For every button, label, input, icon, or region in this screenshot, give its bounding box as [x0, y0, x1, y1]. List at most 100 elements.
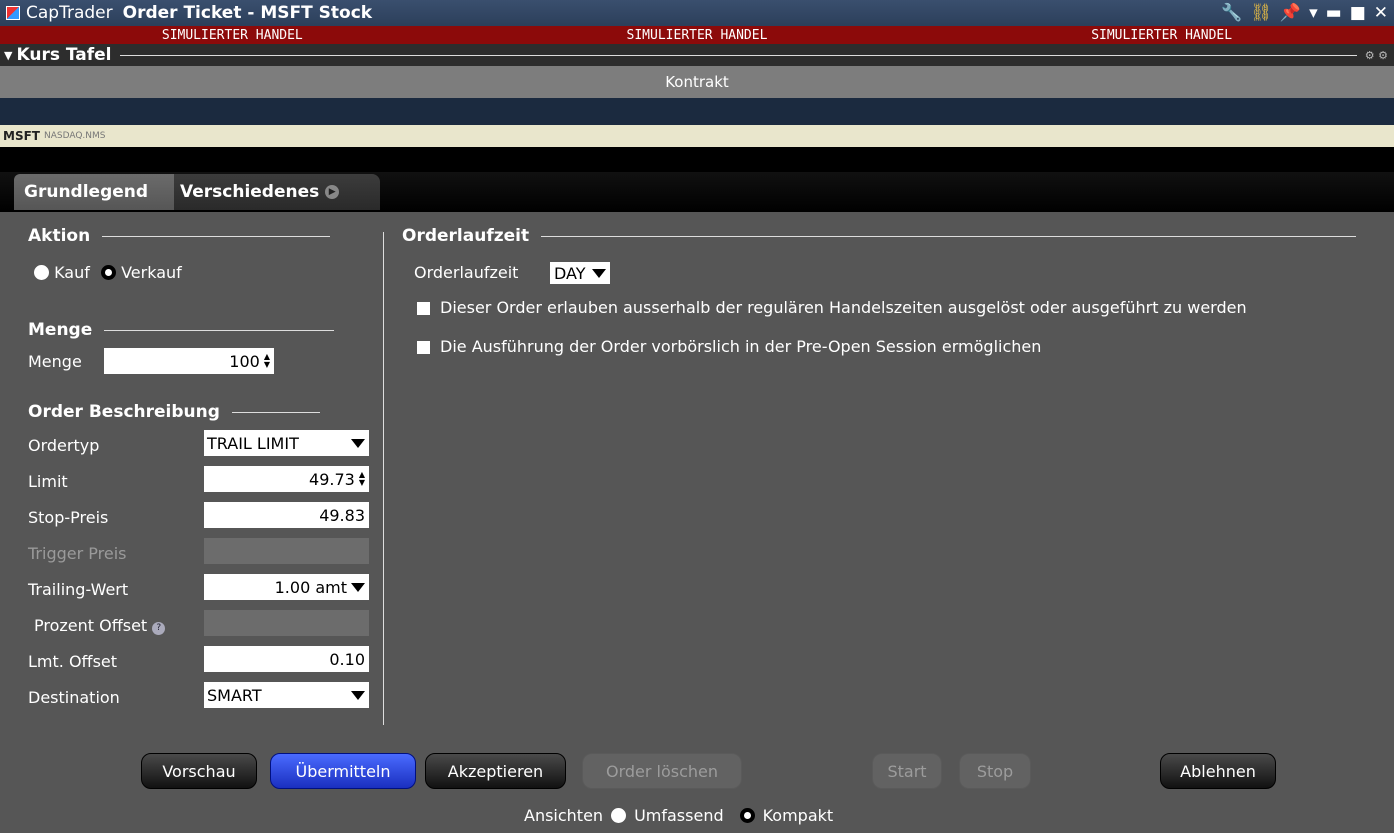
tab-label: Verschiedenes: [180, 182, 320, 202]
order-type-label: Ordertyp: [28, 436, 100, 455]
views-label: Ansichten: [524, 806, 604, 825]
order-description-heading: Order Beschreibung: [28, 402, 320, 422]
dropdown-arrow-icon: [351, 582, 365, 592]
stop-price-label: Stop-Preis: [28, 508, 109, 527]
column-divider: [383, 232, 384, 725]
minimize-icon[interactable]: ▬: [1326, 3, 1342, 23]
contract-exchange: NASDAQ.NMS: [43, 131, 106, 141]
dropdown-arrow-icon: [351, 690, 365, 700]
section-divider: [119, 54, 1357, 56]
percent-offset-label-group: Prozent Offset ?: [34, 616, 166, 635]
stop-button[interactable]: Stop: [959, 753, 1031, 789]
quantity-heading-text: Menge: [28, 320, 93, 340]
view-mode-group: Ansichten Umfassend Kompakt: [524, 806, 833, 825]
limit-price-input[interactable]: 49.73 ▲ ▼: [204, 466, 369, 492]
dropdown-icon[interactable]: ▾: [1309, 3, 1318, 23]
tab-grundlegend[interactable]: Grundlegend: [14, 174, 174, 210]
delete-order-button[interactable]: Order löschen: [582, 753, 742, 789]
outside-rth-checkbox[interactable]: [417, 302, 430, 315]
help-icon[interactable]: ?: [152, 622, 166, 635]
heading-line: [104, 329, 335, 331]
heading-line: [541, 235, 1357, 237]
limit-label: Limit: [28, 472, 68, 491]
dropdown-arrow-icon: [591, 268, 606, 278]
destination-value: SMART: [207, 685, 262, 705]
tab-verschiedenes[interactable]: Verschiedenes ▶: [170, 174, 380, 210]
limit-stepper[interactable]: ▲ ▼: [359, 471, 365, 487]
pre-open-checkbox[interactable]: [417, 341, 430, 354]
time-in-force-heading-text: Orderlaufzeit: [402, 226, 530, 246]
outside-rth-label: Dieser Order erlauben ausserhalb der reg…: [440, 298, 1247, 317]
stop-price-input[interactable]: 49.83: [204, 502, 369, 528]
compact-view-radio[interactable]: [739, 808, 755, 823]
sell-radio[interactable]: [100, 265, 116, 280]
simulated-trading-banner: SIMULIERTER HANDEL SIMULIERTER HANDEL SI…: [0, 26, 1394, 44]
time-in-force-value: DAY: [554, 263, 586, 283]
wrench-icon[interactable]: 🔧: [1221, 3, 1242, 23]
lmt-offset-label: Lmt. Offset: [28, 652, 118, 671]
reject-button[interactable]: Ablehnen: [1160, 753, 1276, 789]
dropdown-arrow-icon: [351, 438, 365, 448]
app-name: CapTrader: [26, 3, 113, 23]
sell-label: Verkauf: [121, 263, 182, 282]
trailing-amount-label: Trailing-Wert: [28, 580, 129, 599]
quote-panel-title: Kurs Tafel: [16, 45, 112, 65]
action-heading-text: Aktion: [28, 226, 91, 246]
sim-banner-text: SIMULIERTER HANDEL: [161, 27, 303, 43]
destination-select[interactable]: SMART: [204, 682, 369, 708]
destination-label: Destination: [28, 688, 120, 707]
quantity-stepper[interactable]: ▲ ▼: [264, 353, 270, 369]
link-icon[interactable]: ⛓: [1250, 3, 1272, 23]
contract-symbol: MSFT: [3, 129, 40, 143]
time-in-force-select[interactable]: DAY: [550, 262, 610, 284]
quantity-value: 100: [229, 351, 260, 371]
quantity-input[interactable]: 100 ▲ ▼: [104, 348, 274, 374]
buy-radio[interactable]: [34, 265, 49, 280]
sim-banner-text: SIMULIERTER HANDEL: [1091, 27, 1233, 43]
title-row: CapTrader Order Ticket - MSFT Stock 🔧 ⛓ …: [0, 0, 1394, 26]
tab-bar: Verschiedenes ▶ Grundlegend: [0, 172, 1394, 212]
chevron-right-icon[interactable]: ▶: [325, 185, 340, 199]
trailing-amount-value: 1.00 amt: [274, 577, 347, 597]
accept-button[interactable]: Akzeptieren: [425, 753, 566, 789]
limit-value: 49.73: [309, 469, 355, 489]
close-icon[interactable]: ✕: [1374, 3, 1388, 23]
quote-panel-header: ▼ Kurs Tafel ⚙ ⚙: [0, 44, 1394, 66]
trailing-amount-select[interactable]: 1.00 amt: [204, 574, 369, 600]
full-view-label: Umfassend: [634, 806, 724, 825]
trigger-price-label: Trigger Preis: [28, 544, 127, 563]
app-icon: [6, 6, 20, 20]
percent-offset-label: Prozent Offset: [34, 616, 148, 635]
lmt-offset-input[interactable]: 0.10: [204, 646, 369, 672]
sim-banner-text: SIMULIERTER HANDEL: [626, 27, 768, 43]
panel-tools-icon[interactable]: ⚙ ⚙: [1365, 49, 1388, 62]
order-description-heading-text: Order Beschreibung: [28, 402, 220, 422]
contract-column-label: Kontrakt: [665, 73, 729, 91]
full-view-radio[interactable]: [611, 808, 627, 823]
contract-column-header: Kontrakt: [0, 66, 1394, 98]
title-controls: 🔧 ⛓ 📌 ▾ ▬ ■ ✕: [1221, 3, 1388, 23]
preview-button[interactable]: Vorschau: [141, 753, 257, 789]
pin-icon[interactable]: 📌: [1280, 3, 1301, 23]
transmit-button[interactable]: Übermitteln: [270, 753, 416, 789]
action-radio-group: Kauf Verkauf: [34, 263, 182, 282]
window-title: Order Ticket - MSFT Stock: [122, 3, 373, 23]
contract-row[interactable]: MSFT NASDAQ.NMS: [0, 125, 1394, 147]
time-in-force-heading: Orderlaufzeit: [402, 226, 1357, 246]
trigger-price-input: [204, 538, 369, 564]
stop-price-value: 49.83: [319, 505, 365, 525]
start-button[interactable]: Start: [872, 753, 942, 789]
order-type-select[interactable]: TRAIL LIMIT: [204, 430, 369, 456]
collapse-icon[interactable]: ▼: [4, 49, 12, 62]
lmt-offset-value: 0.10: [329, 649, 365, 669]
tab-label: Grundlegend: [24, 182, 149, 202]
heading-line: [102, 235, 331, 237]
quantity-label: Menge: [28, 352, 82, 371]
window-titlebar: CapTrader Order Ticket - MSFT Stock 🔧 ⛓ …: [0, 0, 1394, 44]
action-heading: Aktion: [28, 226, 331, 246]
maximize-icon[interactable]: ■: [1350, 3, 1366, 23]
percent-offset-input: [204, 610, 369, 636]
buy-label: Kauf: [54, 263, 90, 282]
quantity-heading: Menge: [28, 320, 335, 340]
pre-open-label: Die Ausführung der Order vorbörslich in …: [440, 337, 1042, 356]
